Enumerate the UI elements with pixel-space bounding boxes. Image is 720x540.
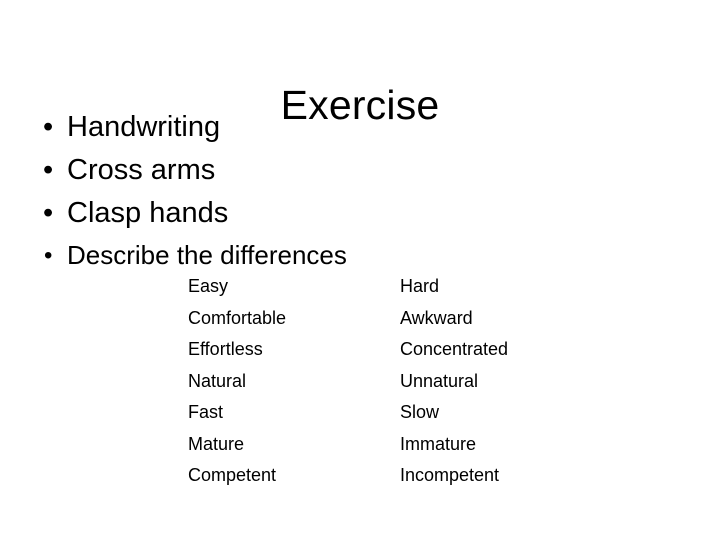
bullet-item-clasp-hands: • Clasp hands (30, 192, 590, 235)
table-row: Mature Immature (188, 429, 600, 461)
table-cell-left: Natural (188, 370, 247, 391)
table-cell-left: Easy (188, 276, 229, 296)
presentation-slide: Exercise • Handwriting • Cross arms • Cl… (0, 0, 720, 540)
bullet-item-cross-arms: • Cross arms (30, 149, 590, 192)
table-cell-left: Fast (188, 402, 224, 422)
table-row: Easy Hard (188, 271, 600, 303)
table-row: Comfortable Awkward (188, 303, 600, 335)
bullet-item-label: Describe the differences (67, 240, 347, 270)
table-cell-right: Immature (400, 433, 477, 454)
bullet-dot-icon: • (44, 242, 53, 269)
table-cell-right: Concentrated (400, 339, 509, 359)
table-cell-right: Incompetent (400, 465, 500, 485)
bullet-item-label: Handwriting (67, 111, 221, 143)
bullet-dot-icon: • (43, 111, 54, 143)
bullet-dot-icon: • (43, 197, 54, 229)
table-row: Effortless Concentrated (188, 334, 600, 366)
table-cell-right: Hard (400, 276, 440, 296)
table-cell-right: Slow (400, 402, 440, 422)
bullet-dot-icon: • (43, 154, 54, 186)
bullet-item-handwriting: • Handwriting (30, 106, 590, 149)
comparison-table: Easy Hard Comfortable Awkward Effortless… (188, 271, 600, 492)
table-cell-left: Comfortable (188, 307, 287, 328)
table-cell-right: Unnatural (400, 370, 479, 391)
table-cell-left: Effortless (188, 339, 263, 359)
table-row: Fast Slow (188, 397, 600, 429)
bullet-item-label: Cross arms (67, 154, 216, 186)
table-row: Competent Incompetent (188, 460, 600, 492)
table-cell-right: Awkward (400, 307, 473, 328)
table-row: Natural Unnatural (188, 366, 600, 398)
table-cell-left: Competent (188, 465, 277, 485)
bullet-item-describe-the-differences: • Describe the differences (30, 235, 590, 276)
table-cell-left: Mature (188, 433, 245, 454)
bullet-item-label: Clasp hands (67, 197, 229, 229)
comparison-table-body: Easy Hard Comfortable Awkward Effortless… (188, 271, 600, 492)
bullet-list: • Handwriting • Cross arms • Clasp hands… (30, 106, 590, 276)
